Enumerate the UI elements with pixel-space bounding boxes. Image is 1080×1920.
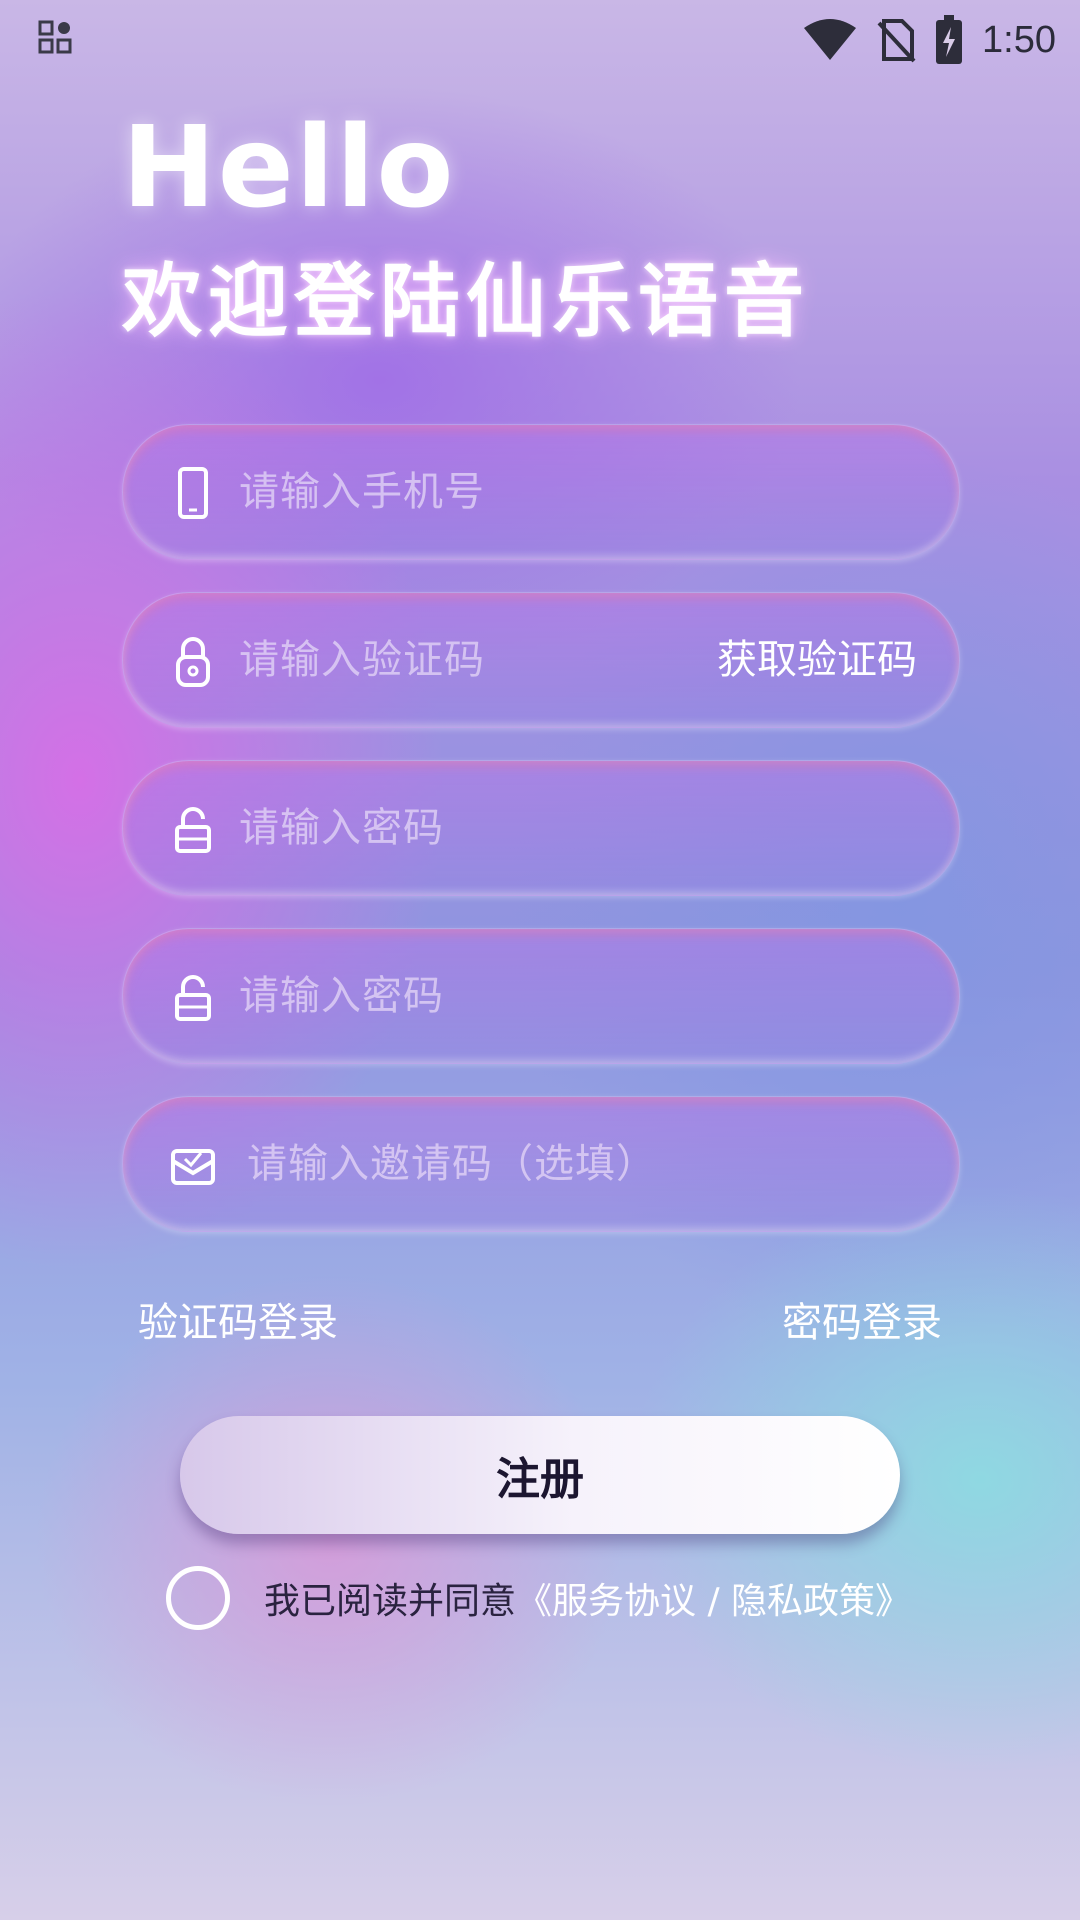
hello-title: Hello [122, 103, 456, 233]
phone-icon [178, 467, 208, 519]
invite-code-placeholder: 请输入邀请码（选填） [247, 1141, 657, 1187]
envelope-icon [171, 1149, 215, 1185]
status-time: 1:50 [982, 18, 1056, 61]
unlock-icon [175, 975, 211, 1021]
battery-charging-icon [936, 15, 963, 64]
phone-placeholder: 请输入手机号 [239, 469, 485, 515]
status-icons: 1:50 [802, 10, 1056, 70]
agreement-text: 我已阅读并同意 [264, 1581, 517, 1622]
code-login-link[interactable]: 验证码登录 [138, 1298, 338, 1348]
get-code-button[interactable]: 获取验证码 [717, 593, 917, 727]
wifi-icon [804, 19, 857, 60]
confirm-password-field[interactable]: 请输入密码 [122, 928, 960, 1064]
lock-icon [176, 637, 210, 687]
welcome-title: 欢迎登陆仙乐语音 [122, 255, 810, 348]
no-sim-icon [877, 19, 916, 63]
confirm-password-placeholder: 请输入密码 [239, 973, 444, 1019]
unlock-icon [175, 807, 211, 853]
agreement-checkbox[interactable] [166, 1566, 230, 1630]
password-login-link[interactable]: 密码登录 [782, 1298, 942, 1348]
invite-code-field[interactable]: 请输入邀请码（选填） [122, 1096, 960, 1232]
qr-grid-icon [38, 20, 72, 54]
password-field[interactable]: 请输入密码 [122, 760, 960, 896]
password-placeholder: 请输入密码 [239, 805, 444, 851]
code-placeholder: 请输入验证码 [239, 637, 485, 683]
status-bar: 1:50 [0, 0, 1080, 80]
register-button[interactable]: 注册 [180, 1416, 900, 1534]
agreement-row: 我已阅读并同意 《服务协议 / 隐私政策》 [166, 1562, 911, 1634]
verification-code-field[interactable]: 请输入验证码 获取验证码 [122, 592, 960, 728]
phone-field[interactable]: 请输入手机号 [122, 424, 960, 560]
agreement-link[interactable]: 《服务协议 / 隐私政策》 [516, 1572, 911, 1624]
